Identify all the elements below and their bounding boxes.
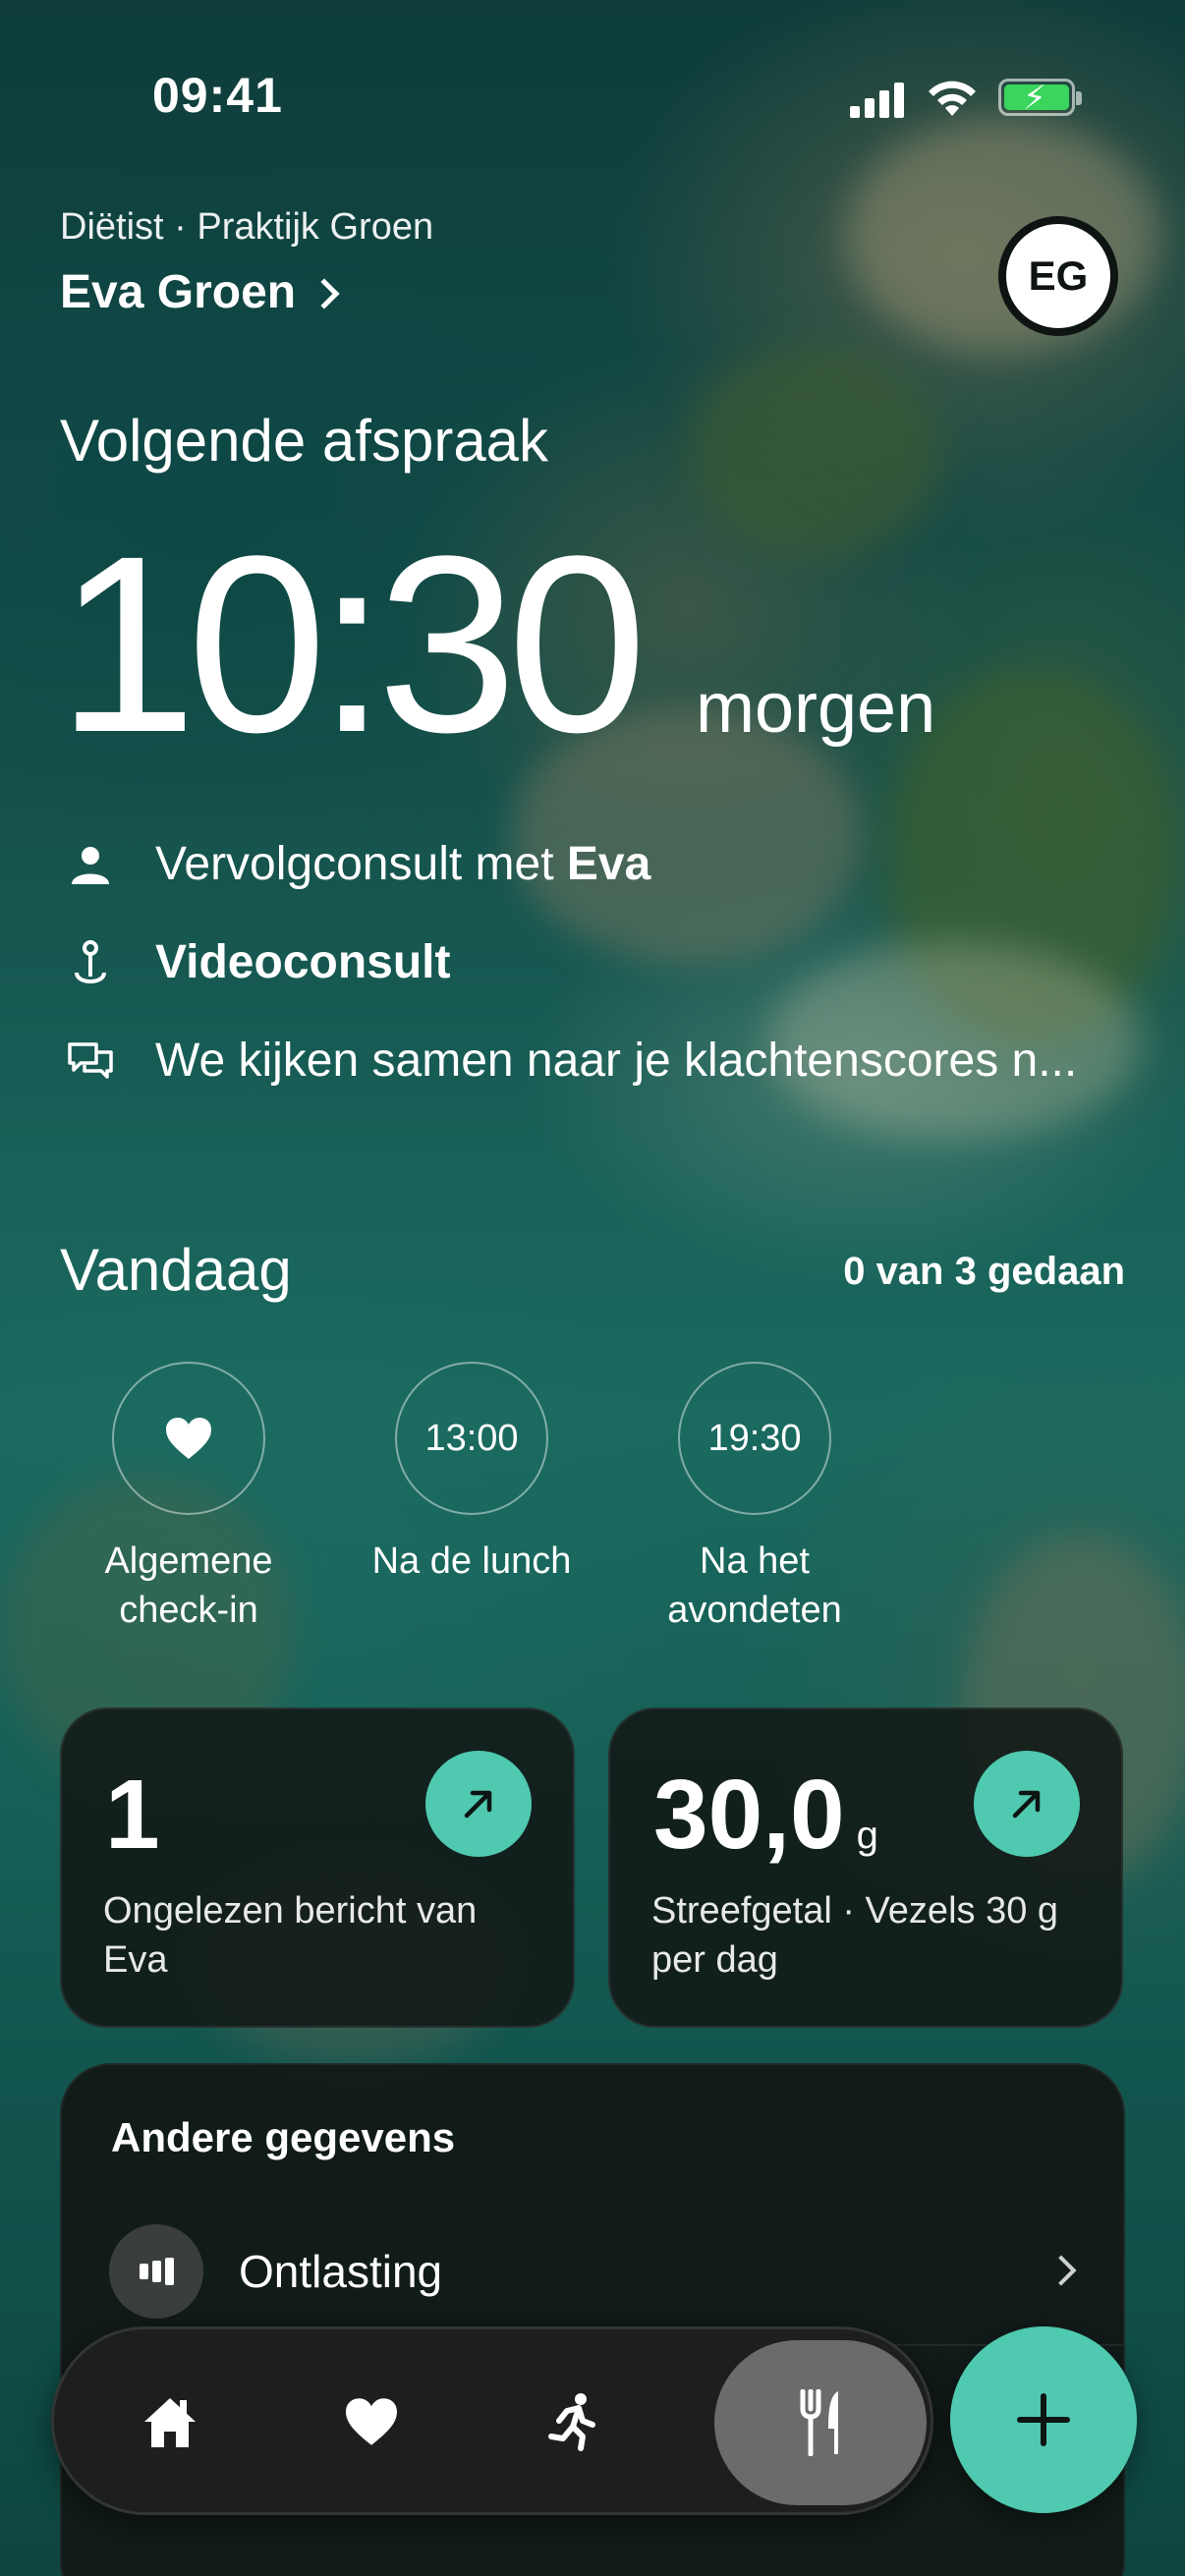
fiber-description: Streefgetal · Vezels 30 g per dag xyxy=(651,1890,1059,1981)
task-badge xyxy=(112,1362,265,1515)
appointment-time: 10:30 xyxy=(57,504,648,785)
next-appointment-title: Volgende afspraak xyxy=(60,408,549,474)
messages-card[interactable]: 1 Ongelezen bericht van Eva xyxy=(60,1708,575,2028)
heart-icon xyxy=(166,1418,211,1459)
provider-name: Eva Groen xyxy=(60,266,297,318)
tab-nutrition[interactable] xyxy=(714,2340,927,2505)
status-bar: 09:41 ⚡ xyxy=(0,59,1185,128)
chevron-right-icon xyxy=(1045,2255,1077,2286)
appointment-note: We kijken samen naar je klachtenscores n… xyxy=(155,1035,1078,1087)
cellular-signal-icon xyxy=(850,83,907,118)
task-label-line1: Na de lunch xyxy=(371,1540,572,1582)
task-badge: 19:30 xyxy=(678,1362,831,1515)
arrow-up-right-icon xyxy=(464,1790,492,1819)
person-icon xyxy=(67,841,114,888)
provider-subtitle: Diëtist · Praktijk Groen xyxy=(60,206,434,248)
appointment-type-row: Videoconsult xyxy=(67,935,451,989)
task-label-line1: Algemene xyxy=(104,1540,273,1582)
today-title: Vandaag xyxy=(60,1237,292,1303)
wifi-icon xyxy=(929,81,976,116)
messages-description: Ongelezen bericht van Eva xyxy=(103,1890,478,1981)
task-label-line2: avondeten xyxy=(667,1590,842,1631)
add-button[interactable] xyxy=(950,2326,1137,2513)
provider-name-link[interactable]: Eva Groen xyxy=(60,265,340,319)
task-label-line1: Na het xyxy=(700,1540,810,1582)
consult-with: Eva xyxy=(566,838,651,890)
tab-bar xyxy=(51,2326,933,2515)
task-general-checkin[interactable]: Algemene check-in xyxy=(66,1362,311,1635)
task-after-lunch[interactable]: 13:00 Na de lunch xyxy=(349,1362,594,1586)
heart-icon xyxy=(346,2398,397,2445)
bar-chart-icon xyxy=(109,2224,203,2319)
other-data-title: Andere gegevens xyxy=(111,2114,456,2160)
fiber-value: 30,0 xyxy=(653,1760,845,1870)
appointment-note-row: We kijken samen naar je klachtenscores n… xyxy=(67,1034,1077,1088)
home-icon xyxy=(144,2398,196,2447)
task-label-line2: check-in xyxy=(119,1590,258,1631)
appointment-type: Videoconsult xyxy=(155,936,451,988)
chat-bubbles-icon xyxy=(67,1037,114,1085)
tab-health[interactable] xyxy=(305,2355,438,2489)
status-time: 09:41 xyxy=(152,68,283,123)
fiber-unit: g xyxy=(856,1814,878,1857)
avatar[interactable]: EG xyxy=(998,216,1118,336)
plus-icon xyxy=(1017,2393,1070,2446)
open-fiber-goal-button[interactable] xyxy=(974,1751,1080,1857)
appointment-consult-row: Vervolgconsult met Eva xyxy=(67,837,650,891)
tab-home[interactable] xyxy=(103,2355,237,2489)
fork-knife-icon xyxy=(800,2389,838,2456)
location-pin-icon xyxy=(67,939,114,986)
tab-activity[interactable] xyxy=(506,2355,640,2489)
today-progress: 0 van 3 gedaan xyxy=(843,1250,1125,1293)
other-data-row-stool[interactable]: Ontlasting xyxy=(109,2222,1092,2321)
consult-prefix: Vervolgconsult met xyxy=(155,838,567,890)
task-badge: 13:00 xyxy=(395,1362,548,1515)
open-messages-button[interactable] xyxy=(425,1751,532,1857)
battery-icon: ⚡ xyxy=(998,79,1082,117)
unread-count: 1 xyxy=(105,1760,160,1870)
appointment-day: morgen xyxy=(696,669,936,748)
chevron-right-icon xyxy=(309,277,340,309)
fiber-goal-card[interactable]: 30,0 g Streefgetal · Vezels 30 g per dag xyxy=(608,1708,1123,2028)
other-data-row-label: Ontlasting xyxy=(239,2246,443,2297)
arrow-up-right-icon xyxy=(1012,1790,1041,1819)
running-icon xyxy=(548,2393,595,2451)
task-after-dinner[interactable]: 19:30 Na het avondeten xyxy=(632,1362,877,1635)
